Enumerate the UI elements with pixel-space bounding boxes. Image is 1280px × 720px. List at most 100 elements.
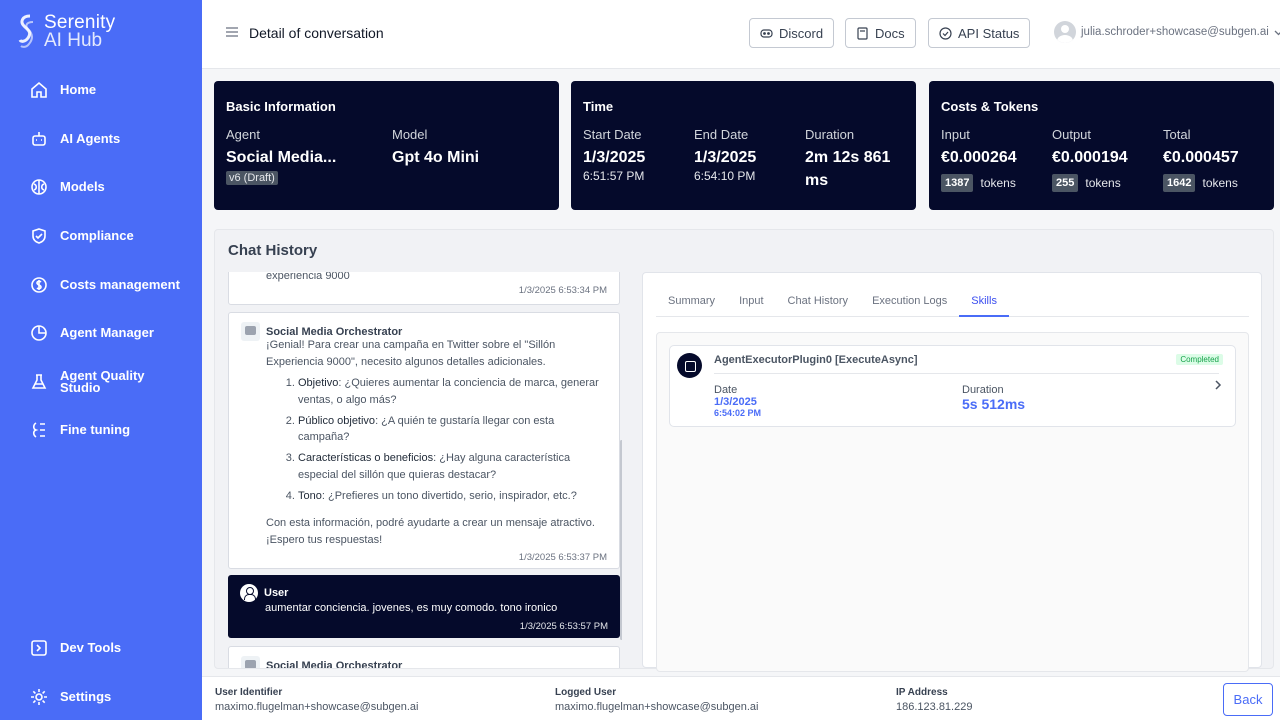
message-outro: Con esta información, podré ayudarte a c… [266, 517, 595, 546]
gear-icon [31, 688, 47, 705]
message-sender: Social Media Orchestrator [266, 659, 403, 669]
brand-logo[interactable]: Serenity AI Hub [18, 13, 115, 51]
sidebar-item-settings[interactable]: Settings [0, 673, 202, 720]
message-text: aumentar conciencia. jovenes, es muy com… [265, 602, 558, 614]
discord-button[interactable]: Discord [749, 18, 835, 48]
user-menu[interactable]: julia.schroder+showcase@subgen.ai [1054, 21, 1280, 43]
output-tokens-badge: 255 [1052, 174, 1079, 192]
discord-label: Discord [779, 25, 824, 41]
serenity-logo-icon [18, 14, 34, 48]
duration-value: 5s 512ms [962, 396, 1026, 412]
flask-icon [31, 374, 47, 389]
user-identifier-value: maximo.flugelman+showcase@subgen.ai [215, 701, 419, 713]
brain-icon [31, 179, 47, 196]
card-title: Costs & Tokens [941, 99, 1039, 114]
discord-icon [760, 28, 773, 38]
card-title: Time [583, 99, 614, 114]
sidebar-item-label: Fine tuning [60, 422, 131, 438]
robot-icon [32, 131, 46, 146]
logged-user-label: Logged User [555, 687, 617, 698]
output-label: Output [1052, 127, 1092, 142]
list-item: Tono: ¿Prefieres un tono divertido, seri… [298, 488, 607, 505]
sidebar-item-home[interactable]: Home [0, 66, 202, 115]
end-date-value: 1/3/2025 [694, 149, 757, 166]
tab-chat-history[interactable]: Chat History [776, 285, 861, 317]
user-avatar-icon [240, 584, 258, 602]
tab-summary[interactable]: Summary [656, 285, 727, 317]
list-item-key: Tono [298, 489, 322, 502]
api-status-label: API Status [958, 25, 1020, 41]
tokens-word: tokens [1202, 176, 1238, 190]
duration-label: Duration [805, 127, 855, 142]
list-item: Público objetivo: ¿A quién te gustaría l… [298, 413, 607, 446]
tokens-word: tokens [1085, 176, 1121, 190]
sidebar-item-models[interactable]: Models [0, 163, 202, 212]
duration-value: 2m 12s 861 ms [805, 149, 891, 189]
sidebar-item-fine-tuning[interactable]: Fine tuning [0, 406, 202, 455]
sidebar-item-compliance[interactable]: Compliance [0, 212, 202, 261]
sidebar-item-label: Agent Quality Studio [60, 367, 145, 395]
tab-skills[interactable]: Skills [959, 285, 1009, 317]
terminal-icon [31, 640, 47, 657]
chat-message: experiencia 9000 1/3/2025 6:53:34 PM [228, 272, 620, 305]
dollar-icon [31, 276, 47, 293]
message-timestamp: 1/3/2025 6:53:37 PM [518, 552, 607, 563]
shield-icon [32, 228, 46, 244]
sidebar-item-label: Dev Tools [60, 640, 122, 656]
chat-message: Social Media Orchestrator [228, 646, 620, 668]
list-item-text: : ¿Quieres aumentar la conciencia de mar… [298, 377, 599, 406]
skill-card[interactable]: AgentExecutorPlugin0 [ExecuteAsync] Comp… [669, 345, 1236, 427]
date-label: Date [714, 384, 738, 396]
book-icon [857, 26, 868, 40]
brand-sub: AI Hub [44, 30, 103, 51]
detail-tabs: Summary Input Chat History Execution Log… [656, 285, 1249, 317]
list-item-key: Características o beneficios [298, 452, 434, 464]
message-intro: ¡Genial! Para crear una campaña en Twitt… [266, 339, 556, 368]
tab-input[interactable]: Input [727, 285, 775, 317]
message-timestamp: 1/3/2025 6:53:57 PM [519, 620, 608, 632]
sidebar-item-dev-tools[interactable]: Dev Tools [0, 624, 202, 673]
docs-button[interactable]: Docs [845, 18, 916, 48]
pie-chart-icon [31, 325, 47, 342]
costs-tokens-card: Costs & Tokens Input €0.000264 1387 token… [929, 81, 1274, 210]
chat-scrollbar[interactable] [620, 440, 622, 640]
start-date-label: Start Date [583, 127, 642, 142]
total-label: Total [1163, 127, 1191, 142]
sidebar-item-label: Models [60, 179, 105, 195]
chat-message-list[interactable]: experiencia 9000 1/3/2025 6:53:34 PM Soc… [228, 272, 622, 668]
chevron-down-icon [1274, 30, 1280, 35]
start-time-value: 6:51:57 PM [583, 169, 645, 183]
total-cost-value: €0.000457 [1163, 149, 1239, 166]
footer: User Identifier maximo.flugelman+showcas… [202, 676, 1280, 720]
avatar [1054, 21, 1076, 43]
agent-version-badge: v6 (Draft) [226, 171, 278, 185]
menu-icon[interactable] [226, 26, 238, 38]
tab-execution-logs[interactable]: Execution Logs [860, 285, 959, 317]
sidebar-item-label: Settings [60, 688, 112, 704]
sidebar-nav: Home AI Agents Models Compliance Costs m… [0, 66, 202, 455]
message-text: experiencia 9000 [266, 272, 350, 282]
sidebar: Serenity AI Hub Home AI Agents Models Co… [0, 0, 202, 720]
sidebar-item-costs-management[interactable]: Costs management [0, 260, 202, 309]
plugin-icon [677, 353, 702, 378]
chevron-right-icon[interactable] [1213, 380, 1223, 390]
back-button[interactable]: Back [1223, 683, 1273, 716]
input-tokens-badge: 1387 [941, 174, 974, 192]
skill-name: AgentExecutorPlugin0 [ExecuteAsync] [714, 354, 918, 366]
user-email: julia.schroder+showcase@subgen.ai [1081, 26, 1269, 38]
sidebar-item-ai-agents[interactable]: AI Agents [0, 115, 202, 164]
time-value: 6:54:02 PM [714, 408, 762, 418]
sidebar-item-agent-manager[interactable]: Agent Manager [0, 309, 202, 358]
api-status-button[interactable]: API Status [928, 18, 1031, 48]
input-cost-value: €0.000264 [941, 149, 1017, 166]
ip-address-value: 186.123.81.229 [896, 701, 973, 713]
agent-value: Social Media... [226, 149, 337, 166]
message-sender: Social Media Orchestrator [266, 325, 403, 338]
tuning-icon [32, 422, 45, 439]
sidebar-item-label: AI Agents [60, 130, 121, 146]
chat-message: Social Media Orchestrator ¡Genial! Para … [228, 312, 620, 569]
model-value: Gpt 4o Mini [392, 149, 480, 166]
skills-container: AgentExecutorPlugin0 [ExecuteAsync] Comp… [656, 332, 1249, 672]
sidebar-item-agent-quality-studio[interactable]: Agent Quality Studio [0, 358, 202, 407]
check-circle-icon [939, 26, 952, 40]
